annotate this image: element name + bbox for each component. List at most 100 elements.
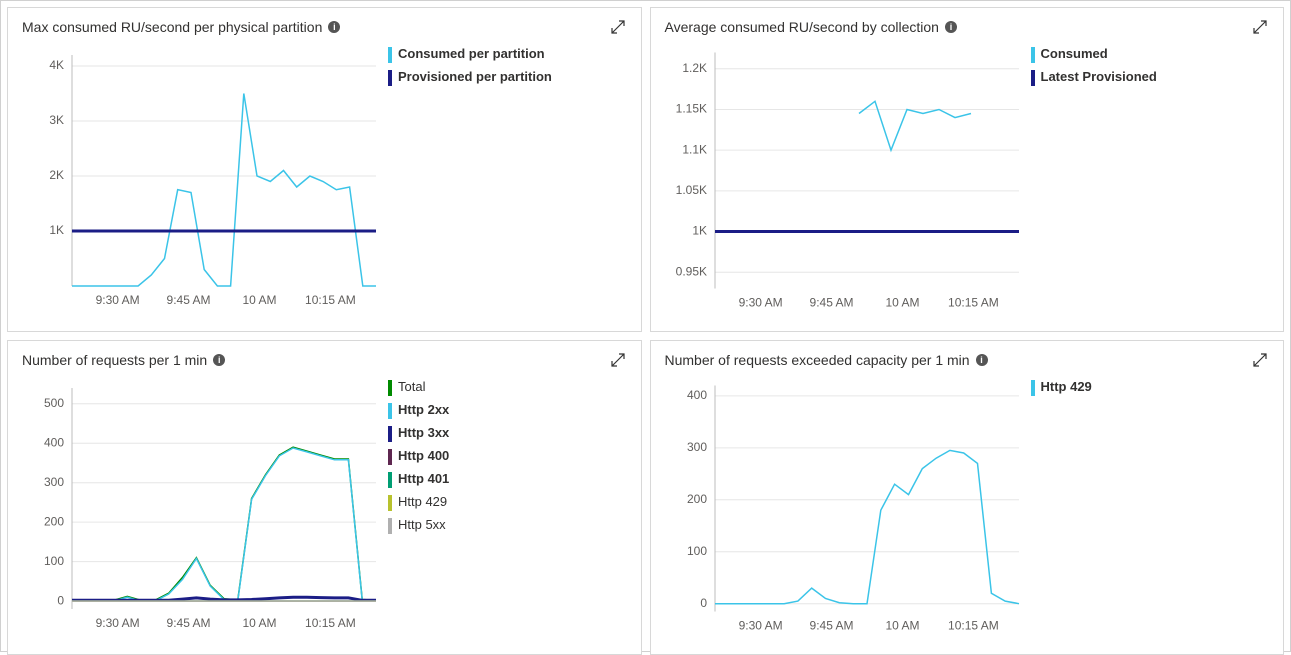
- panel-title-wrap: Number of requests per 1 min i: [22, 352, 225, 368]
- legend-label: Http 401: [398, 471, 449, 487]
- legend-swatch: [388, 472, 392, 488]
- svg-text:10:15 AM: 10:15 AM: [948, 296, 999, 310]
- svg-text:1.1K: 1.1K: [682, 142, 707, 156]
- series-line: [859, 101, 971, 150]
- legend-item[interactable]: Http 401: [388, 471, 627, 488]
- legend-swatch: [388, 518, 392, 534]
- svg-text:0: 0: [700, 596, 707, 610]
- legend-label: Http 3xx: [398, 425, 449, 441]
- legend-swatch: [388, 380, 392, 396]
- legend-item[interactable]: Http 429: [1031, 379, 1270, 396]
- svg-text:2K: 2K: [49, 168, 64, 182]
- series-line: [72, 447, 376, 600]
- info-icon[interactable]: i: [328, 21, 340, 33]
- legend-label: Total: [398, 379, 425, 395]
- panel-max-ru-partition: Max consumed RU/second per physical part…: [7, 7, 642, 332]
- chart-svg: 01002003004009:30 AM9:45 AM10 AM10:15 AM: [665, 373, 1025, 644]
- svg-text:1K: 1K: [49, 223, 64, 237]
- info-icon[interactable]: i: [976, 354, 988, 366]
- info-icon[interactable]: i: [945, 21, 957, 33]
- legend: Consumed Latest Provisioned: [1031, 40, 1270, 321]
- svg-text:1K: 1K: [692, 224, 707, 238]
- legend-label: Http 429: [398, 494, 447, 510]
- panel-title-wrap: Max consumed RU/second per physical part…: [22, 19, 340, 35]
- legend: Total Http 2xx Http 3xx Http 400 Http 401 Htt…: [388, 373, 627, 644]
- svg-text:10:15 AM: 10:15 AM: [305, 616, 356, 630]
- svg-text:9:30 AM: 9:30 AM: [96, 293, 140, 307]
- chart-area: 01002003004009:30 AM9:45 AM10 AM10:15 AM: [665, 373, 1025, 644]
- legend-label: Consumed: [1041, 46, 1108, 62]
- expand-icon[interactable]: [1251, 351, 1269, 369]
- svg-text:1.2K: 1.2K: [682, 61, 707, 75]
- svg-text:4K: 4K: [49, 58, 64, 72]
- svg-text:200: 200: [44, 514, 64, 528]
- svg-text:400: 400: [686, 388, 706, 402]
- info-icon[interactable]: i: [213, 354, 225, 366]
- svg-text:9:45 AM: 9:45 AM: [167, 293, 211, 307]
- svg-text:3K: 3K: [49, 113, 64, 127]
- legend-item[interactable]: Http 5xx: [388, 517, 627, 534]
- legend-item[interactable]: Total: [388, 379, 627, 396]
- panel-requests-per-min: Number of requests per 1 min i 010020030…: [7, 340, 642, 655]
- chart-svg: 0.95K 1K 1.05K 1.1K 1.15K 1.2K 9:30 AM 9:45 AM 1…: [665, 40, 1025, 321]
- panel-body: 0.95K 1K 1.05K 1.1K 1.15K 1.2K 9:30 AM 9:45 AM 1…: [665, 40, 1270, 321]
- legend-item[interactable]: Http 3xx: [388, 425, 627, 442]
- svg-text:10 AM: 10 AM: [885, 619, 919, 633]
- legend-item[interactable]: Http 429: [388, 494, 627, 511]
- legend-label: Consumed per partition: [398, 46, 545, 62]
- legend-swatch: [388, 495, 392, 511]
- panel-body: 1K2K3K4K9:30 AM9:45 AM10 AM10:15 AM Cons…: [22, 40, 627, 321]
- svg-text:400: 400: [44, 435, 64, 449]
- series-line: [715, 450, 1019, 603]
- svg-text:9:45 AM: 9:45 AM: [809, 296, 853, 310]
- legend-swatch: [1031, 380, 1035, 396]
- legend-swatch: [388, 47, 392, 63]
- series-line: [72, 94, 376, 287]
- chart-area: 01002003004005009:30 AM9:45 AM10 AM10:15…: [22, 373, 382, 644]
- legend-swatch: [1031, 70, 1035, 86]
- panel-body: 01002003004009:30 AM9:45 AM10 AM10:15 AM…: [665, 373, 1270, 644]
- svg-text:10 AM: 10 AM: [242, 293, 276, 307]
- legend-label: Http 5xx: [398, 517, 446, 533]
- expand-icon[interactable]: [609, 351, 627, 369]
- legend-swatch: [388, 403, 392, 419]
- legend-item[interactable]: Provisioned per partition: [388, 69, 627, 86]
- legend-swatch: [388, 70, 392, 86]
- svg-text:9:45 AM: 9:45 AM: [809, 619, 853, 633]
- svg-text:9:45 AM: 9:45 AM: [167, 616, 211, 630]
- panel-title: Number of requests per 1 min: [22, 352, 207, 368]
- svg-text:100: 100: [686, 544, 706, 558]
- panel-header: Average consumed RU/second by collection…: [665, 18, 1270, 36]
- svg-text:9:30 AM: 9:30 AM: [738, 296, 782, 310]
- svg-text:9:30 AM: 9:30 AM: [96, 616, 140, 630]
- svg-text:9:30 AM: 9:30 AM: [738, 619, 782, 633]
- legend-item[interactable]: Consumed per partition: [388, 46, 627, 63]
- legend-item[interactable]: Http 400: [388, 448, 627, 465]
- svg-text:500: 500: [44, 396, 64, 410]
- legend-swatch: [388, 449, 392, 465]
- legend-swatch: [388, 426, 392, 442]
- svg-text:1.15K: 1.15K: [675, 102, 706, 116]
- panel-body: 01002003004005009:30 AM9:45 AM10 AM10:15…: [22, 373, 627, 644]
- expand-icon[interactable]: [609, 18, 627, 36]
- legend-item[interactable]: Http 2xx: [388, 402, 627, 419]
- svg-text:10:15 AM: 10:15 AM: [948, 619, 999, 633]
- legend-label: Http 2xx: [398, 402, 449, 418]
- svg-text:1.05K: 1.05K: [675, 183, 706, 197]
- svg-text:0.95K: 0.95K: [675, 264, 706, 278]
- chart-svg: 01002003004005009:30 AM9:45 AM10 AM10:15…: [22, 373, 382, 644]
- chart-area: 0.95K 1K 1.05K 1.1K 1.15K 1.2K 9:30 AM 9:45 AM 1…: [665, 40, 1025, 321]
- legend-label: Http 400: [398, 448, 449, 464]
- panel-requests-exceeded: Number of requests exceeded capacity per…: [650, 340, 1285, 655]
- series-line: [72, 448, 376, 601]
- legend-item[interactable]: Latest Provisioned: [1031, 69, 1270, 86]
- legend: Consumed per partition Provisioned per pa…: [388, 40, 627, 321]
- panel-title-wrap: Number of requests exceeded capacity per…: [665, 352, 988, 368]
- chart-svg: 1K2K3K4K9:30 AM9:45 AM10 AM10:15 AM: [22, 40, 382, 321]
- panel-title-wrap: Average consumed RU/second by collection…: [665, 19, 957, 35]
- panel-header: Max consumed RU/second per physical part…: [22, 18, 627, 36]
- expand-icon[interactable]: [1251, 18, 1269, 36]
- legend-item[interactable]: Consumed: [1031, 46, 1270, 63]
- panel-header: Number of requests exceeded capacity per…: [665, 351, 1270, 369]
- panel-title: Average consumed RU/second by collection: [665, 19, 939, 35]
